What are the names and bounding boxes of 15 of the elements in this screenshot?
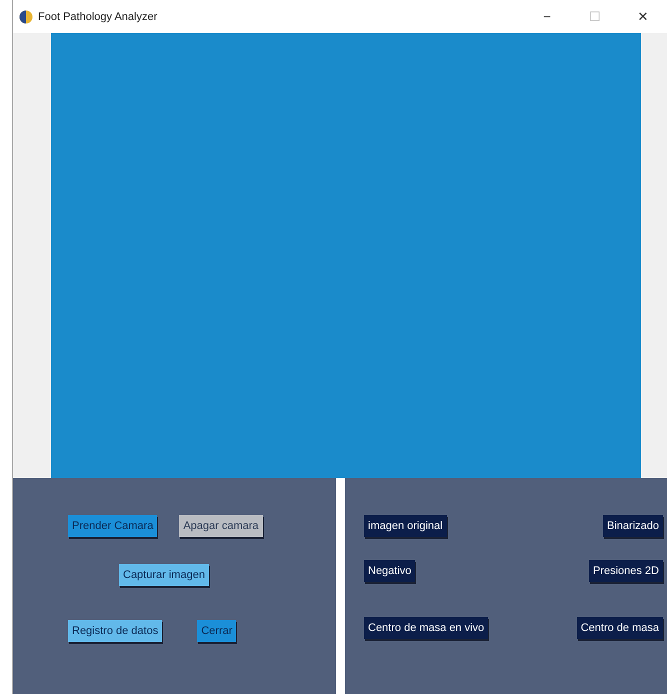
panel-button[interactable]: Negativo <box>364 560 416 582</box>
panel-button[interactable]: Apagar camara <box>179 515 263 537</box>
panel-button[interactable]: imagen original <box>364 515 447 537</box>
panel-button[interactable]: Prender Camara <box>68 515 158 537</box>
app-icon <box>19 10 33 24</box>
panel-button[interactable]: Centro de masa <box>576 617 663 639</box>
panel-button[interactable]: Presiones 2D <box>588 560 663 582</box>
minimize-button[interactable]: − <box>523 9 571 24</box>
close-button[interactable]: ✕ <box>619 9 667 24</box>
panel-button[interactable]: Centro de masa en vivo <box>364 617 488 639</box>
panel-button[interactable]: Binarizado <box>603 515 663 537</box>
panel-button[interactable]: Cerrar <box>197 620 236 642</box>
panel-button[interactable]: Registro de datos <box>68 620 162 642</box>
window-title: Foot Pathology Analyzer <box>38 10 158 22</box>
panel-button[interactable]: Capturar imagen <box>119 564 209 586</box>
